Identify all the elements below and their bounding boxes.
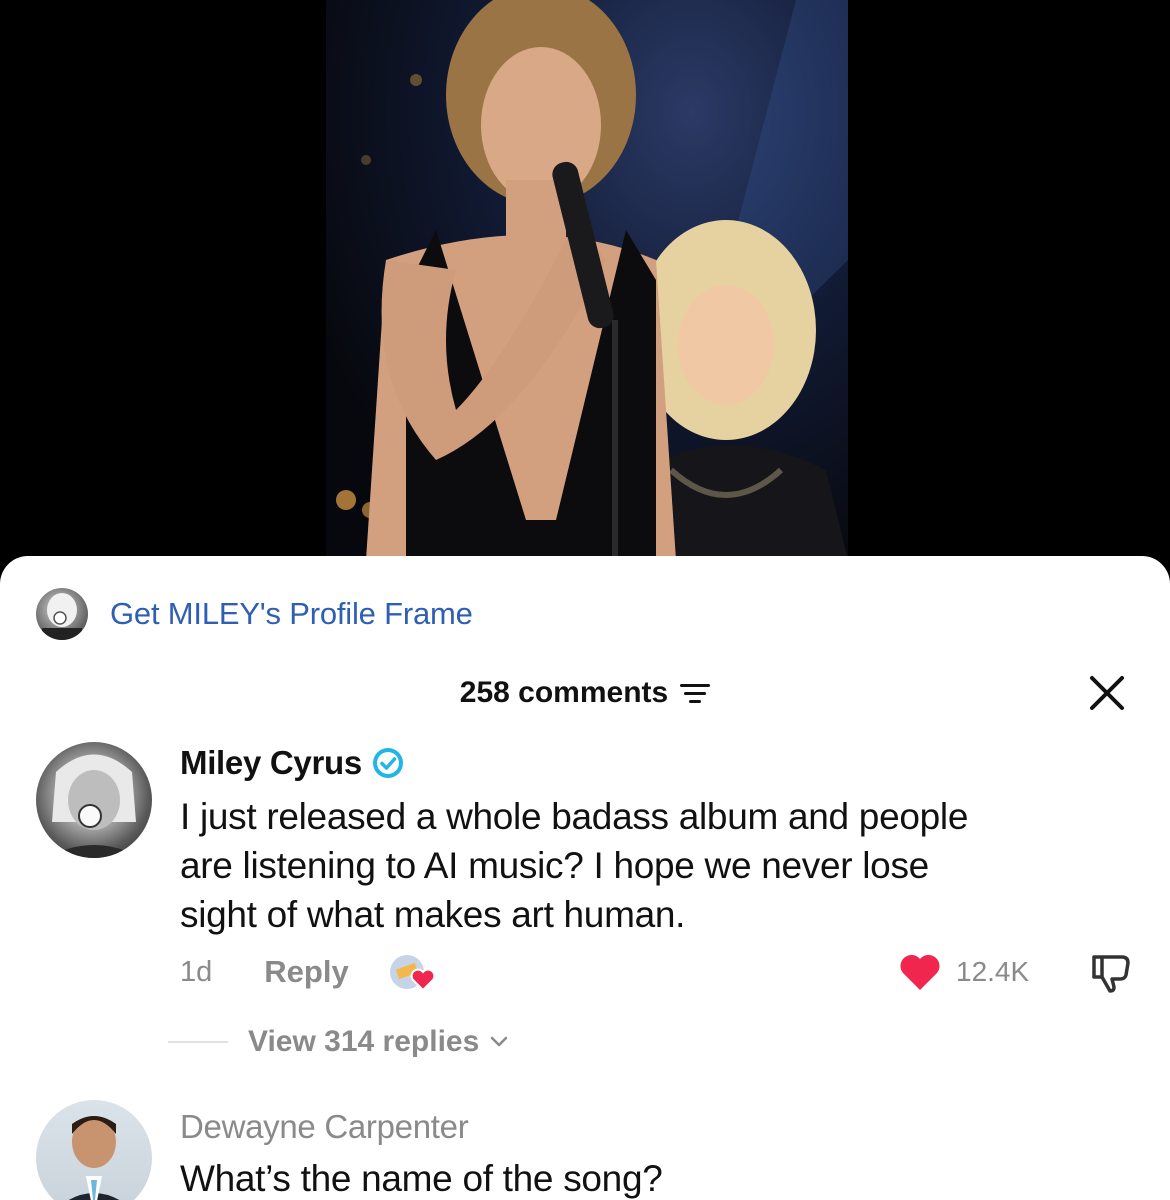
comment-text-line: I just released a whole badass album and…: [180, 796, 969, 837]
comment-text: I just released a whole badass album and…: [180, 792, 1100, 939]
comments-sheet: Get MILEY's Profile Frame 258 comments M…: [0, 556, 1170, 1200]
dislike-icon[interactable]: [1088, 949, 1134, 995]
chevron-down-icon: [491, 1036, 508, 1047]
comment-author-name[interactable]: Dewayne Carpenter: [180, 1108, 469, 1146]
comments-count: 258 comments: [459, 676, 669, 709]
profile-frame-thumbnail: [36, 588, 88, 640]
filter-icon[interactable]: [680, 682, 711, 704]
comment-author[interactable]: Miley Cyrus: [180, 744, 404, 782]
verified-badge-icon: [372, 748, 403, 778]
view-replies-button[interactable]: View 314 replies: [168, 1020, 509, 1064]
comment-text: What’s the name of the song?: [180, 1154, 1100, 1200]
profile-frame-promo[interactable]: Get MILEY's Profile Frame: [36, 586, 473, 642]
comments-header: 258 comments: [0, 670, 1170, 716]
comment-text-line: sight of what makes art human.: [180, 894, 686, 935]
close-icon[interactable]: [1086, 672, 1128, 714]
comment-author[interactable]: Dewayne Carpenter: [180, 1108, 469, 1146]
view-replies-label[interactable]: View 314 replies: [248, 1025, 479, 1059]
comment-author-name[interactable]: Miley Cyrus: [180, 744, 362, 782]
like-count: 12.4K: [956, 956, 1030, 987]
replies-divider: [168, 1041, 228, 1043]
reply-button[interactable]: Reply: [264, 954, 348, 990]
profile-frame-link[interactable]: Get MILEY's Profile Frame: [110, 596, 473, 632]
like-button[interactable]: 12.4K: [898, 950, 1029, 994]
creator-liked-badge-icon: [389, 952, 437, 992]
comment-meta: 1d Reply: [180, 950, 437, 994]
avatar-miley-cyrus[interactable]: [36, 742, 152, 858]
video-player[interactable]: [0, 0, 1170, 560]
comment-text-line: What’s the name of the song?: [180, 1158, 663, 1199]
video-illustration: [336, 0, 848, 560]
heart-icon[interactable]: [898, 952, 942, 992]
avatar-dewayne-carpenter[interactable]: [36, 1100, 152, 1200]
comment-timestamp: 1d: [180, 955, 213, 988]
comment-text-line: are listening to AI music? I hope we nev…: [180, 845, 929, 886]
video-frame: [326, 0, 848, 560]
